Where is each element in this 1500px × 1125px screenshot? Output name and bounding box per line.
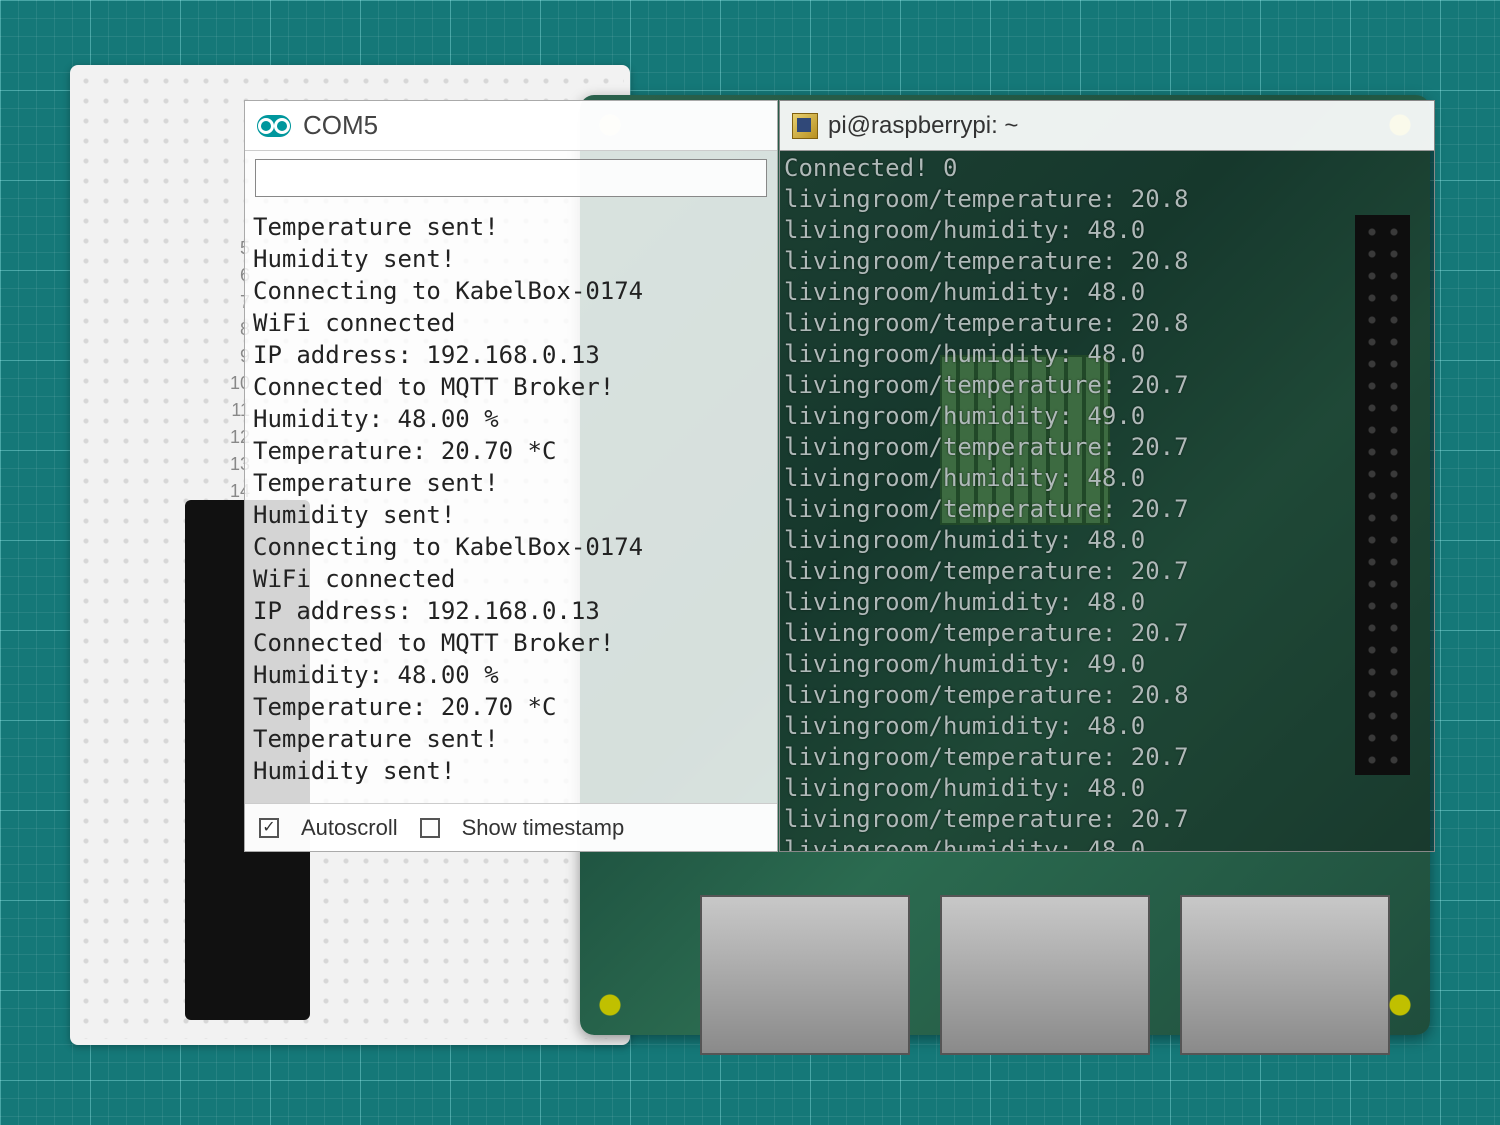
serial-line: WiFi connected xyxy=(253,563,769,595)
timestamp-label: Show timestamp xyxy=(462,815,625,841)
serial-line: Connecting to KabelBox-0174 xyxy=(253,531,769,563)
serial-line: IP address: 192.168.0.13 xyxy=(253,595,769,627)
terminal-output[interactable]: Connected! 0livingroom/temperature: 20.8… xyxy=(780,151,1434,851)
putty-icon xyxy=(792,113,818,139)
autoscroll-label: Autoscroll xyxy=(301,815,398,841)
serial-line: Humidity: 48.00 % xyxy=(253,403,769,435)
terminal-line: livingroom/humidity: 48.0 xyxy=(784,773,1430,804)
serial-line: Connecting to KabelBox-0174 xyxy=(253,275,769,307)
terminal-title: pi@raspberrypi: ~ xyxy=(828,112,1018,140)
serial-line: WiFi connected xyxy=(253,307,769,339)
serial-line: Connected to MQTT Broker! xyxy=(253,371,769,403)
ethernet-port xyxy=(700,895,910,1055)
serial-line: Temperature sent! xyxy=(253,723,769,755)
terminal-line: livingroom/temperature: 20.7 xyxy=(784,742,1430,773)
serial-monitor-title: COM5 xyxy=(303,110,378,141)
serial-line: Temperature: 20.70 *C xyxy=(253,691,769,723)
terminal-line: Connected! 0 xyxy=(784,153,1430,184)
serial-monitor-titlebar[interactable]: COM5 xyxy=(245,101,777,151)
terminal-line: livingroom/humidity: 48.0 xyxy=(784,587,1430,618)
timestamp-checkbox[interactable] xyxy=(420,818,440,838)
serial-line: Temperature sent! xyxy=(253,211,769,243)
terminal-line: livingroom/humidity: 48.0 xyxy=(784,525,1430,556)
serial-input-row xyxy=(245,151,777,205)
arduino-icon xyxy=(257,115,291,137)
serial-monitor-window: COM5 Temperature sent!Humidity sent!Conn… xyxy=(244,100,778,852)
terminal-line: livingroom/temperature: 20.8 xyxy=(784,246,1430,277)
serial-output[interactable]: Temperature sent!Humidity sent!Connectin… xyxy=(245,205,777,803)
terminal-line: livingroom/humidity: 48.0 xyxy=(784,339,1430,370)
serial-line: Humidity sent! xyxy=(253,499,769,531)
terminal-line: livingroom/humidity: 49.0 xyxy=(784,649,1430,680)
serial-footer: ✓ Autoscroll Show timestamp xyxy=(245,803,777,851)
serial-line: Temperature sent! xyxy=(253,467,769,499)
terminal-line: livingroom/humidity: 48.0 xyxy=(784,215,1430,246)
terminal-line: livingroom/humidity: 49.0 xyxy=(784,401,1430,432)
serial-line: IP address: 192.168.0.13 xyxy=(253,339,769,371)
terminal-line: livingroom/humidity: 48.0 xyxy=(784,277,1430,308)
terminal-titlebar[interactable]: pi@raspberrypi: ~ xyxy=(780,101,1434,151)
serial-line: Temperature: 20.70 *C xyxy=(253,435,769,467)
terminal-line: livingroom/temperature: 20.8 xyxy=(784,308,1430,339)
terminal-line: livingroom/temperature: 20.7 xyxy=(784,370,1430,401)
serial-send-input[interactable] xyxy=(255,159,767,197)
autoscroll-checkbox[interactable]: ✓ xyxy=(259,818,279,838)
terminal-line: livingroom/temperature: 20.7 xyxy=(784,432,1430,463)
serial-line: Humidity sent! xyxy=(253,243,769,275)
terminal-line: livingroom/temperature: 20.8 xyxy=(784,680,1430,711)
terminal-line: livingroom/humidity: 48.0 xyxy=(784,711,1430,742)
serial-line: Humidity: 48.00 % xyxy=(253,659,769,691)
usb-port-b xyxy=(1180,895,1390,1055)
serial-line: Humidity sent! xyxy=(253,755,769,787)
terminal-line: livingroom/temperature: 20.8 xyxy=(784,184,1430,215)
serial-line: Connected to MQTT Broker! xyxy=(253,627,769,659)
terminal-line: livingroom/temperature: 20.7 xyxy=(784,556,1430,587)
terminal-line: livingroom/temperature: 20.7 xyxy=(784,618,1430,649)
terminal-line: livingroom/humidity: 48.0 xyxy=(784,835,1430,851)
terminal-window: pi@raspberrypi: ~ Connected! 0livingroom… xyxy=(779,100,1435,852)
terminal-line: livingroom/temperature: 20.7 xyxy=(784,494,1430,525)
terminal-line: livingroom/humidity: 48.0 xyxy=(784,463,1430,494)
terminal-line: livingroom/temperature: 20.7 xyxy=(784,804,1430,835)
usb-port-a xyxy=(940,895,1150,1055)
